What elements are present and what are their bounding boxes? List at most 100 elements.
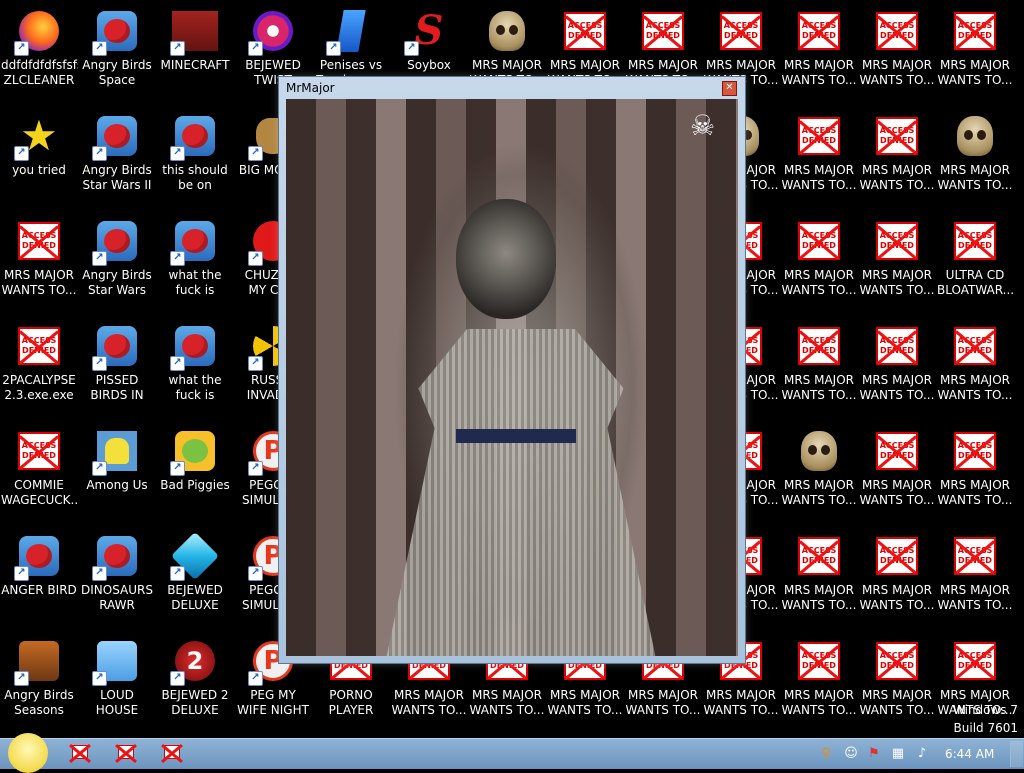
desktop-icon[interactable]: ACCESSDENIEDMRS MAJOR WANTS TO... (780, 212, 858, 312)
desktop-icon[interactable]: ACCESSDENIEDMRS MAJOR WANTS TO... (858, 2, 936, 102)
desktop-icon[interactable]: ACCESSDENIED MRS MAJOR WANTS TO... (858, 212, 936, 312)
desktop-icon-image: ↗ (170, 531, 220, 581)
desktop-icon[interactable]: ↗ MINECRAFT (156, 2, 234, 102)
desktop-icon[interactable]: ACCESS DENIED 2PACALYPSE 2.3.exe.exe (0, 317, 78, 417)
taskbar-clock[interactable]: 6:44 AM (945, 747, 994, 761)
desktop-icon[interactable]: MRS MAJOR WANTS TO... (780, 422, 858, 522)
desktop-icon[interactable]: ACCESSDENIEDMRS MAJOR WANTS TO... (780, 317, 858, 417)
desktop-icon[interactable]: ★ ↗ you tried (0, 107, 78, 207)
desktop-icon-image: 2 ↗ (170, 638, 218, 686)
desktop-icon-label: MRS MAJOR WANTS TO... (781, 688, 857, 717)
desktop-icon-label: what the fuck is going on ... (168, 268, 222, 297)
access-denied-icon: ACCESSDENIED (876, 222, 918, 260)
network-icon[interactable]: ▦ (890, 746, 906, 762)
desktop-icon-label: MRS MAJOR WANTS TO... (937, 583, 1013, 612)
desktop-icon[interactable]: ↗ Angry Birds Space (78, 2, 156, 102)
action-center-icon[interactable]: ☺ (843, 746, 859, 762)
access-denied-icon: ACCESSDENIED (18, 222, 60, 260)
desktop-icon-label: Angry Birds Seasons (4, 688, 74, 717)
desktop-icon[interactable]: ACCESSDENIEDMRS MAJOR WANTS TO... (780, 2, 858, 102)
desktop-icon[interactable]: ↗ what the fuck is going on ... (156, 212, 234, 312)
desktop-icon[interactable]: ↗ what the fuck is going on ... (156, 317, 234, 417)
denied-text: DENIED (880, 346, 914, 355)
desktop-icon[interactable]: ACCESSDENIEDMRS MAJOR WANTS TO... (780, 107, 858, 207)
desktop-icon[interactable]: ↗ Bad Piggies (156, 422, 234, 522)
denied-text: DENIED (724, 31, 758, 40)
window-titlebar[interactable]: MrMajor ✕ (279, 77, 745, 99)
shortcut-arrow-icon: ↗ (14, 146, 29, 161)
desktop-icon[interactable]: ACCESSDENIEDMRS MAJOR WANTS TO... (858, 317, 936, 417)
search-icon[interactable]: ⚲ (818, 746, 834, 762)
desktop-icon[interactable]: ↗ Angry Birds Seasons (0, 632, 78, 732)
access-denied-icon: ACCESSDENIED (954, 12, 996, 50)
denied-text: DENIED (958, 346, 992, 355)
desktop-icon[interactable]: ↗ ANGER BIRD (0, 527, 78, 627)
desktop-icon-image: ACCESSDENIED (874, 8, 920, 54)
desktop-icon[interactable]: ACCESSDENIEDMRS MAJOR WANTS TO... (936, 317, 1014, 417)
desktop-icon[interactable]: ACCESSDENIEDMRS MAJOR WANTS TO... (858, 527, 936, 627)
desktop-icon[interactable]: ↗ LOUD HOUSE (78, 632, 156, 732)
desktop-icon[interactable]: ↗ this should be on vinesauc... (156, 107, 234, 207)
skull-icon (489, 11, 525, 51)
desktop-icon[interactable]: ↗ DINOSAURS RAWR (78, 527, 156, 627)
mrmajor-window[interactable]: MrMajor ✕ ☠ (278, 76, 746, 664)
access-denied-icon: ACCESSDENIED (798, 537, 840, 575)
denied-text: ACCESS (801, 651, 837, 660)
desktop-icon-label: MRS MAJOR WANTS TO... (859, 163, 935, 192)
desktop-icon-label: 2PACALYPSE 2.3.exe.exe (2, 373, 76, 402)
desktop-icon[interactable]: ACCESS DENIED COMMIE WAGECUCK... (0, 422, 78, 522)
desktop-icon-label: MRS MAJOR WANTS TO... (625, 688, 701, 717)
desktop-icon-image: ACCESSDENIED (874, 638, 920, 684)
desktop-icon[interactable]: ACCESSDENIEDMRS MAJOR WANTS TO... (936, 632, 1014, 732)
desktop-icon-image: ↗ (14, 8, 62, 56)
denied-text: DENIED (958, 451, 992, 460)
start-button[interactable] (8, 733, 48, 773)
desktop-icon-label: Angry Birds Space (82, 58, 152, 87)
desktop-icon[interactable]: ACCESSDENIED MRS MAJOR WANTS TO... (858, 107, 936, 207)
denied-text: ACCESS (957, 651, 993, 660)
show-desktop-button[interactable] (1010, 741, 1023, 767)
denied-text: DENIED (880, 136, 914, 145)
desktop-icon[interactable]: ↗ Angry Birds Star Wars II (78, 107, 156, 207)
close-button[interactable]: ✕ (722, 81, 737, 96)
desktop-icon[interactable]: ACCESSDENIEDMRS MAJOR WANTS TO... (936, 527, 1014, 627)
denied-text: DENIED (22, 241, 56, 250)
desktop-icon-label: MRS MAJOR WANTS TO... (703, 688, 779, 717)
desktop-icon[interactable]: ACCESS DENIED ULTRA CD BLOATWAR... (936, 212, 1014, 312)
shortcut-arrow-icon: ↗ (170, 251, 185, 266)
desktop-icon[interactable]: MRS MAJOR WANTS TO... (936, 107, 1014, 207)
desktop-icon-label: Soybox (407, 58, 451, 72)
taskbar-item-3[interactable] (164, 745, 182, 761)
taskbar-item-1[interactable] (72, 745, 90, 761)
desktop-icon[interactable]: ACCESSDENIEDMRS MAJOR WANTS TO... (936, 2, 1014, 102)
access-denied-icon: ACCESSDENIED (954, 642, 996, 680)
flag-icon[interactable]: ⚑ (866, 746, 882, 762)
desktop-icon[interactable]: ↗ BEJEWED DELUXE (156, 527, 234, 627)
desktop-icon[interactable]: ACCESSDENIEDMRS MAJOR WANTS TO... (0, 212, 78, 312)
denied-text: ACCESS (723, 21, 759, 30)
desktop-icon-image: ↗ (170, 323, 218, 371)
desktop-icon[interactable]: ACCESSDENIEDMRS MAJOR WANTS TO... (780, 527, 858, 627)
desktop-icon-label: Bad Piggies (160, 478, 230, 492)
access-denied-icon: ACCESSDENIED (642, 12, 684, 50)
window-title: MrMajor (286, 81, 335, 95)
desktop-icon[interactable]: ACCESSDENIEDMRS MAJOR WANTS TO... (858, 632, 936, 732)
desktop-icon[interactable]: ↗ Among Us (78, 422, 156, 522)
desktop-icon[interactable]: ACCESSDENIEDMRS MAJOR WANTS TO... (780, 632, 858, 732)
desktop-icon[interactable]: ACCESSDENIEDMRS MAJOR WANTS TO... (858, 422, 936, 522)
desktop-icon[interactable]: ↗ PISSED BIRDS IN VIDEO G... (78, 317, 156, 417)
desktop-icon-image: ACCESSDENIED (952, 218, 998, 264)
shortcut-arrow-icon: ↗ (248, 671, 263, 686)
desktop-icon[interactable]: 2 ↗ BEJEWED 2 DELUXE (156, 632, 234, 732)
volume-icon[interactable]: ♪ (914, 746, 930, 762)
desktop-icon[interactable]: ACCESSDENIEDMRS MAJOR WANTS TO... (936, 422, 1014, 522)
desktop-icon[interactable]: ↗ ddfdfdfdfsfsfsf ZLCLEANER (0, 2, 78, 102)
shortcut-arrow-icon: ↗ (14, 566, 29, 581)
access-denied-icon: ACCESSDENIED (876, 642, 918, 680)
desktop-icon[interactable]: ↗ Angry Birds Star Wars (78, 212, 156, 312)
desktop-icon-label: MRS MAJOR WANTS TO... (859, 268, 935, 297)
access-denied-icon: ACCESSDENIED (876, 117, 918, 155)
taskbar-item-2[interactable] (118, 745, 136, 761)
doll-dress-image (386, 329, 656, 656)
desktop-icon-label: MRS MAJOR WANTS TO... (781, 58, 857, 87)
